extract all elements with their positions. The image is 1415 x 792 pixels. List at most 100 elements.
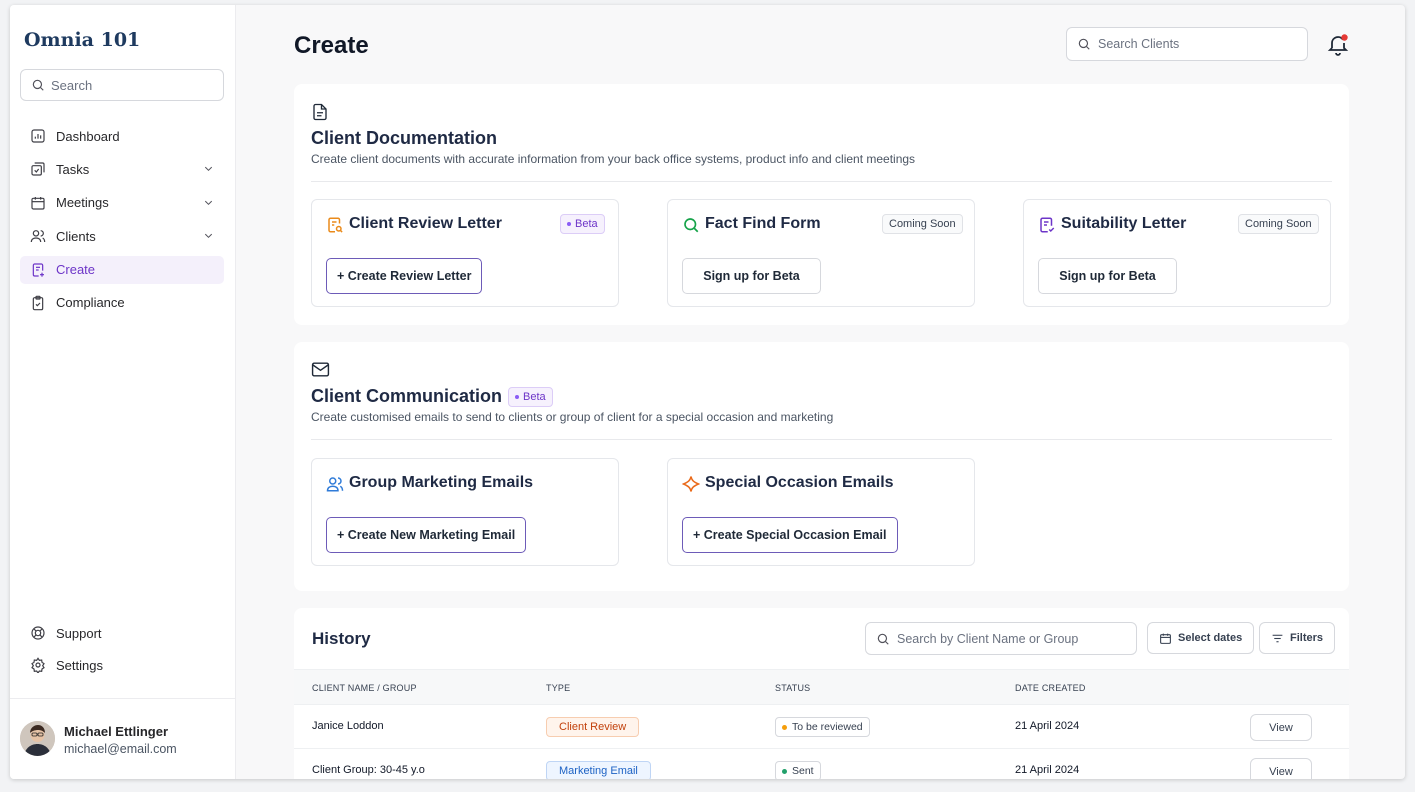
sidebar-item-label: Settings xyxy=(56,657,103,673)
sidebar-item-compliance[interactable]: Compliance xyxy=(20,289,224,317)
calendar-icon xyxy=(1159,632,1172,645)
column-header: CLIENT NAME / GROUP xyxy=(312,683,417,693)
tasks-icon xyxy=(30,161,46,177)
select-dates-button[interactable]: Select dates xyxy=(1147,622,1255,654)
lifebuoy-icon xyxy=(30,625,46,641)
user-profile[interactable]: Michael Ettlinger michael@email.com xyxy=(10,698,236,779)
divider xyxy=(311,439,1332,440)
client-documentation-section: Client Documentation Create client docum… xyxy=(294,84,1349,325)
table-row[interactable]: Client Group: 30-45 y.o Marketing Email … xyxy=(294,749,1349,779)
view-button[interactable]: View xyxy=(1250,758,1312,779)
search-icon xyxy=(1077,37,1091,51)
sidebar-item-label: Create xyxy=(56,262,96,278)
group-marketing-emails-card: Group Marketing Emails + Create New Mark… xyxy=(311,458,619,566)
status-badge: Sent xyxy=(775,761,821,779)
users-icon xyxy=(326,475,344,493)
type-badge: Marketing Email xyxy=(546,761,651,779)
sidebar-item-label: Dashboard xyxy=(56,128,120,144)
chevron-down-icon[interactable] xyxy=(203,230,214,241)
sign-up-beta-button[interactable]: Sign up for Beta xyxy=(1038,258,1177,294)
sidebar-bottom-nav: Support Settings xyxy=(20,619,224,683)
sidebar: Omnia 101 Search Dashboard Tasks Meeting… xyxy=(10,5,236,779)
client-search-placeholder: Search Clients xyxy=(1098,37,1180,51)
review-document-icon xyxy=(326,216,344,234)
fact-find-form-card: Fact Find Form Coming Soon Sign up for B… xyxy=(667,199,975,307)
sidebar-item-meetings[interactable]: Meetings xyxy=(20,189,224,217)
client-name: Janice Loddon xyxy=(312,720,384,732)
search-icon xyxy=(31,78,45,92)
users-icon xyxy=(30,228,46,244)
mail-icon xyxy=(311,361,330,378)
app-window: Omnia 101 Search Dashboard Tasks Meeting… xyxy=(10,5,1405,779)
page-title: Create xyxy=(294,32,369,59)
letter-document-icon xyxy=(1038,216,1056,234)
coming-soon-badge: Coming Soon xyxy=(882,214,963,234)
create-doc-icon xyxy=(30,262,46,278)
sign-up-beta-button[interactable]: Sign up for Beta xyxy=(682,258,821,294)
status-badge: To be reviewed xyxy=(775,717,870,737)
view-button[interactable]: View xyxy=(1250,714,1312,741)
card-title: Client Review Letter xyxy=(349,215,502,232)
chevron-down-icon[interactable] xyxy=(203,197,214,208)
table-row[interactable]: Janice Loddon Client Review To be review… xyxy=(294,705,1349,749)
filters-label: Filters xyxy=(1290,632,1324,644)
section-description: Create customised emails to send to clie… xyxy=(311,410,834,424)
coming-soon-badge: Coming Soon xyxy=(1238,214,1319,234)
column-header: STATUS xyxy=(775,683,811,693)
create-marketing-email-button[interactable]: + Create New Marketing Email xyxy=(326,517,527,553)
divider xyxy=(311,181,1332,182)
document-icon xyxy=(311,102,329,122)
sidebar-item-create[interactable]: Create xyxy=(20,255,224,284)
date-created: 21 April 2024 xyxy=(1015,720,1080,732)
search-icon xyxy=(876,632,890,646)
filters-button[interactable]: Filters xyxy=(1259,622,1336,654)
calendar-icon xyxy=(30,195,46,211)
type-badge: Client Review xyxy=(546,717,640,737)
notification-bell-icon[interactable] xyxy=(1326,32,1350,56)
search-document-icon xyxy=(682,216,700,234)
column-header: DATE CREATED xyxy=(1015,683,1086,693)
user-name: Michael Ettlinger xyxy=(64,724,169,739)
sidebar-item-label: Tasks xyxy=(56,161,90,177)
history-section: History Search by Client Name or Group S… xyxy=(294,608,1349,779)
avatar xyxy=(20,721,55,756)
card-title: Group Marketing Emails xyxy=(349,474,534,491)
history-search-placeholder: Search by Client Name or Group xyxy=(897,631,1079,646)
sidebar-item-settings[interactable]: Settings xyxy=(20,651,224,679)
history-search-input[interactable]: Search by Client Name or Group xyxy=(865,622,1137,655)
sidebar-search-placeholder: Search xyxy=(51,77,93,93)
sidebar-nav: Dashboard Tasks Meetings Clients Create xyxy=(20,122,224,322)
section-description: Create client documents with accurate in… xyxy=(311,152,916,166)
sidebar-item-label: Compliance xyxy=(56,295,125,311)
clipboard-check-icon xyxy=(30,295,46,311)
column-header: TYPE xyxy=(546,683,571,693)
beta-badge: Beta xyxy=(560,214,605,234)
select-dates-label: Select dates xyxy=(1178,632,1243,644)
chart-icon xyxy=(30,128,46,144)
sidebar-item-dashboard[interactable]: Dashboard xyxy=(20,122,224,150)
date-created: 21 April 2024 xyxy=(1015,764,1080,776)
create-review-letter-button[interactable]: + Create Review Letter xyxy=(326,258,483,294)
sidebar-item-label: Clients xyxy=(56,228,96,244)
sidebar-search-input[interactable]: Search xyxy=(20,69,224,101)
special-occasion-emails-card: Special Occasion Emails + Create Special… xyxy=(667,458,975,566)
card-title: Special Occasion Emails xyxy=(705,474,894,491)
chevron-down-icon[interactable] xyxy=(203,163,214,174)
section-title: Client Communication xyxy=(311,386,503,406)
client-review-letter-card: Client Review Letter Beta + Create Revie… xyxy=(311,199,619,307)
client-search-input[interactable]: Search Clients xyxy=(1066,27,1308,61)
create-special-occasion-email-button[interactable]: + Create Special Occasion Email xyxy=(682,517,898,553)
beta-badge: Beta xyxy=(508,387,553,407)
sidebar-item-clients[interactable]: Clients xyxy=(20,222,224,250)
gear-icon xyxy=(30,657,46,673)
suitability-letter-card: Suitability Letter Coming Soon Sign up f… xyxy=(1023,199,1331,307)
user-email: michael@email.com xyxy=(64,742,177,756)
sidebar-item-support[interactable]: Support xyxy=(20,619,224,647)
sidebar-item-label: Support xyxy=(56,625,102,641)
sidebar-item-label: Meetings xyxy=(56,195,109,211)
sidebar-item-tasks[interactable]: Tasks xyxy=(20,155,224,183)
card-title: Fact Find Form xyxy=(705,215,821,232)
sparkle-icon xyxy=(682,475,700,493)
card-title: Suitability Letter xyxy=(1061,215,1187,232)
history-title: History xyxy=(312,629,371,648)
